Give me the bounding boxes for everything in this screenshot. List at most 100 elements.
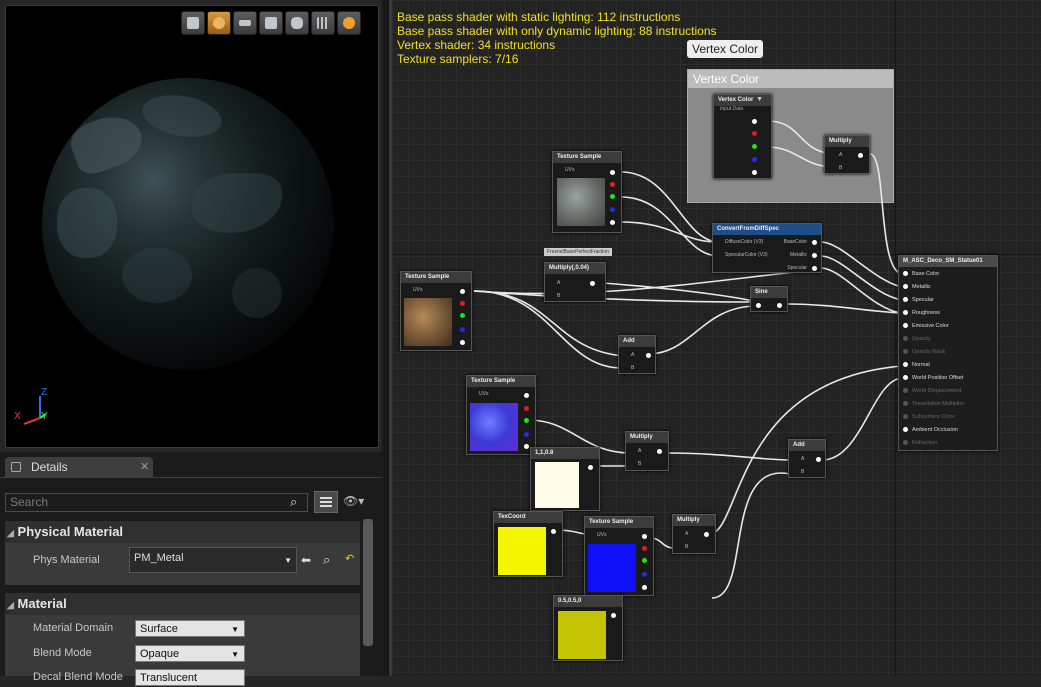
output-pin-icon[interactable]	[657, 449, 662, 454]
result-input-row[interactable]: World Position Offset	[903, 375, 963, 385]
panel-splitter[interactable]	[382, 0, 389, 676]
texture-sample-node[interactable]: Texture Sample UVs	[400, 271, 472, 351]
output-pin-icon[interactable]	[858, 153, 863, 158]
output-pin-icon[interactable]	[590, 281, 595, 286]
output-pin-a-icon[interactable]	[610, 220, 615, 225]
output-pin-b-icon[interactable]	[524, 432, 529, 437]
sphere-icon[interactable]	[207, 11, 231, 35]
result-input-row[interactable]: Opacity Mask	[903, 349, 945, 359]
grid-icon[interactable]	[311, 11, 335, 35]
output-pin-icon[interactable]	[812, 240, 817, 245]
input-pin-icon[interactable]	[903, 284, 908, 290]
mesh-icon[interactable]	[285, 11, 309, 35]
output-pin-a-icon[interactable]	[524, 444, 529, 449]
result-input-row[interactable]: Specular	[903, 297, 934, 307]
output-pin-icon[interactable]	[524, 393, 529, 398]
output-pin-r-icon[interactable]	[610, 182, 615, 187]
output-pin-icon[interactable]	[588, 465, 593, 470]
input-pin-icon[interactable]	[903, 375, 908, 381]
cylinder-icon[interactable]	[181, 11, 205, 35]
cube-icon[interactable]	[259, 11, 283, 35]
category-physical-material[interactable]: ◢ Physical Material	[5, 521, 360, 543]
decal-blend-mode-dropdown[interactable]: Translucent	[135, 669, 245, 686]
output-pin-b-icon[interactable]	[610, 207, 615, 212]
output-pin-g-icon[interactable]	[752, 144, 757, 149]
result-input-row[interactable]: Opacity	[903, 336, 931, 346]
add-node[interactable]: Add A B	[618, 335, 656, 374]
texcoord-node[interactable]: TexCoord	[493, 511, 563, 577]
result-input-row[interactable]: Normal	[903, 362, 930, 372]
eye-icon[interactable]: 👁▾	[343, 494, 364, 508]
multiply-node[interactable]: Multiply A B	[625, 431, 669, 471]
material-domain-dropdown[interactable]: Surface ▼	[135, 620, 245, 637]
input-pin-icon[interactable]	[903, 310, 908, 316]
output-pin-icon[interactable]	[704, 532, 709, 537]
texture-sample-node[interactable]: Texture Sample UVs	[466, 375, 536, 455]
sine-node[interactable]: Sine	[750, 286, 788, 312]
result-input-row[interactable]: Ambient Occlusion	[903, 427, 958, 437]
material-graph[interactable]: Base pass shader with static lighting: 1…	[389, 0, 1041, 676]
texture-sample-node[interactable]: Texture Sample UVs	[584, 516, 654, 596]
output-pin-icon[interactable]	[752, 119, 757, 124]
input-pin-icon[interactable]	[903, 323, 908, 329]
output-pin-icon[interactable]	[642, 534, 647, 539]
constant-vector-node[interactable]: 0.5,0.5,0	[553, 595, 623, 661]
input-pin-icon[interactable]	[903, 414, 908, 420]
material-result-node[interactable]: M_ASC_Deco_SM_Statue01 Base Color Metalli…	[898, 255, 998, 451]
output-pin-g-icon[interactable]	[524, 418, 529, 423]
output-pin-g-icon[interactable]	[642, 558, 647, 563]
output-pin-g-icon[interactable]	[610, 194, 615, 199]
input-pin-icon[interactable]	[903, 349, 908, 355]
search-input[interactable]: Search	[5, 493, 308, 512]
result-input-row[interactable]: Emissive Color	[903, 323, 949, 333]
texture-sample-node[interactable]: Texture Sample UVs	[552, 151, 622, 233]
plane-icon[interactable]	[233, 11, 257, 35]
multiply-constant-node[interactable]: Multiply(,0.04) A B	[544, 262, 606, 302]
output-pin-icon[interactable]	[812, 253, 817, 258]
details-tab[interactable]: Details ✕	[5, 457, 153, 477]
output-pin-a-icon[interactable]	[752, 170, 757, 175]
phys-material-picker[interactable]: PM_Metal ▼	[129, 547, 297, 573]
result-input-row[interactable]: Tessellation Multiplier	[903, 401, 964, 411]
output-pin-icon[interactable]	[777, 303, 782, 308]
input-pin-icon[interactable]	[756, 303, 761, 308]
browse-icon[interactable]: ⌕	[323, 552, 330, 568]
category-material[interactable]: ◢ Material	[5, 593, 360, 615]
use-selected-icon[interactable]: ⬅	[301, 553, 311, 567]
output-pin-g-icon[interactable]	[460, 313, 465, 318]
input-pin-icon[interactable]	[903, 297, 908, 303]
result-input-row[interactable]: Subsurface Color	[903, 414, 955, 424]
result-input-row[interactable]: World Displacement	[903, 388, 961, 398]
multiply-node[interactable]: Multiply A B	[672, 514, 716, 554]
output-pin-icon[interactable]	[610, 170, 615, 175]
close-tab-icon[interactable]: ✕	[140, 460, 149, 473]
output-pin-r-icon[interactable]	[642, 546, 647, 551]
input-pin-icon[interactable]	[903, 401, 908, 407]
output-pin-icon[interactable]	[812, 266, 817, 271]
input-pin-icon[interactable]	[903, 336, 908, 342]
input-pin-icon[interactable]	[903, 440, 908, 446]
blend-mode-dropdown[interactable]: Opaque ▼	[135, 645, 245, 662]
multiply-node[interactable]: Multiply A B	[824, 135, 870, 174]
material-preview-viewport[interactable]: Z X Y	[5, 5, 379, 448]
realtime-icon[interactable]	[337, 11, 361, 35]
input-pin-icon[interactable]	[903, 362, 908, 368]
result-input-row[interactable]: Refraction	[903, 440, 937, 450]
input-pin-icon[interactable]	[903, 271, 908, 277]
result-input-row[interactable]: Metallic	[903, 284, 931, 294]
result-input-row[interactable]: Base Color	[903, 271, 939, 281]
reset-icon[interactable]: ↶	[345, 552, 354, 565]
input-pin-icon[interactable]	[903, 427, 908, 433]
output-pin-a-icon[interactable]	[642, 585, 647, 590]
output-pin-icon[interactable]	[611, 613, 616, 618]
convert-from-diffspec-node[interactable]: ConvertFromDiffSpec DiffuseColor (V3) Sp…	[712, 223, 822, 273]
output-pin-b-icon[interactable]	[642, 572, 647, 577]
output-pin-b-icon[interactable]	[752, 157, 757, 162]
output-pin-b-icon[interactable]	[460, 327, 465, 332]
output-pin-r-icon[interactable]	[752, 131, 757, 136]
vertex-color-node[interactable]: Vertex Color Input Data ▼	[713, 94, 772, 179]
constant-vector-node[interactable]: 1,1,0.8	[530, 447, 600, 511]
output-pin-icon[interactable]	[551, 529, 556, 534]
collapse-arrow-icon[interactable]: ▼	[756, 96, 763, 103]
output-pin-a-icon[interactable]	[460, 340, 465, 345]
